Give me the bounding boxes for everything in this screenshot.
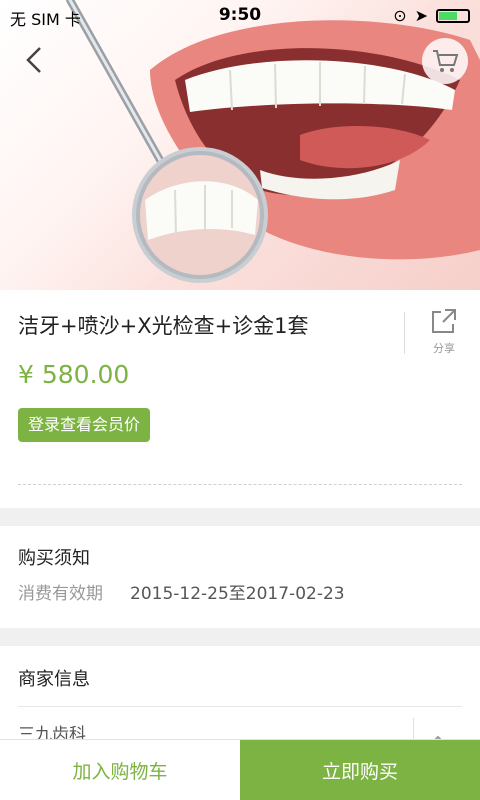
chevron-left-icon xyxy=(26,47,41,73)
member-price-button[interactable]: 登录查看会员价 xyxy=(18,408,151,442)
validity-value: 2015-12-25至2017-02-23 xyxy=(130,584,345,604)
location-icon: ➤ xyxy=(414,6,428,25)
battery-icon xyxy=(436,8,470,23)
cart-icon xyxy=(433,50,459,72)
dashed-divider xyxy=(18,484,462,485)
share-label: 分享 xyxy=(433,342,455,355)
merchant-title: 商家信息 xyxy=(18,669,90,690)
product-image: 无 SIM 卡 9:50 ⊙ ➤ xyxy=(0,0,480,290)
share-button[interactable]: 分享 xyxy=(424,308,464,356)
divider xyxy=(404,312,405,354)
teeth-image xyxy=(66,0,480,283)
product-title: 洁牙+喷沙+X光检查+诊金1套 xyxy=(18,314,309,338)
product-price: ¥ 580.00 xyxy=(18,360,130,389)
status-bar: 无 SIM 卡 9:50 ⊙ ➤ xyxy=(0,0,480,30)
purchase-notice-title: 购买须知 xyxy=(18,548,90,569)
buy-now-button[interactable]: 立即购买 xyxy=(240,740,480,800)
divider xyxy=(18,706,462,707)
lock-rotation-icon: ⊙ xyxy=(393,6,407,25)
purchase-notice-section xyxy=(0,526,480,628)
validity-label: 消费有效期 xyxy=(18,584,103,604)
bottom-action-bar: 加入购物车 立即购买 xyxy=(0,739,480,800)
status-icons: ⊙ ➤ xyxy=(393,6,470,25)
back-button[interactable] xyxy=(18,42,54,78)
cart-button[interactable] xyxy=(422,38,468,84)
share-icon xyxy=(432,309,456,333)
add-to-cart-button[interactable]: 加入购物车 xyxy=(0,740,240,800)
